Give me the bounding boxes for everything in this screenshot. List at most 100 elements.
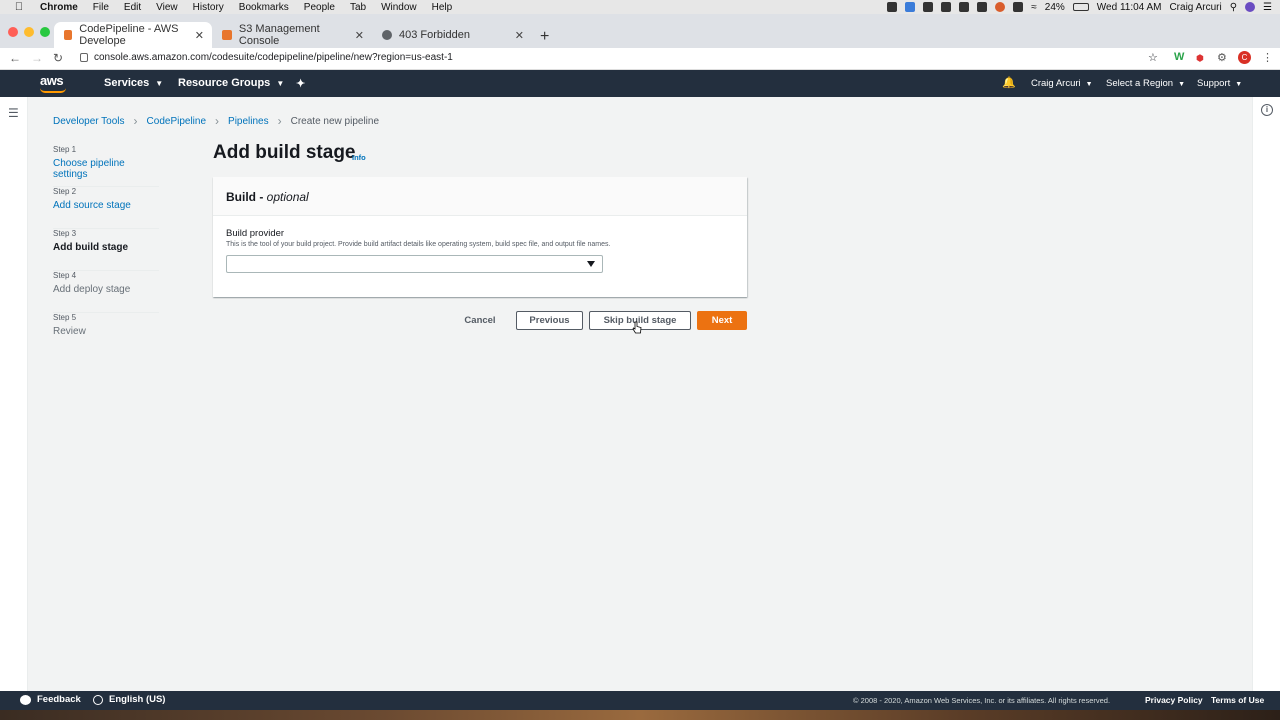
globe-icon	[93, 694, 103, 705]
menu-view[interactable]: View	[156, 2, 178, 13]
hamburger-menu-icon[interactable]: ☰	[8, 106, 19, 120]
feedback-button[interactable]: Feedback	[20, 694, 81, 705]
feedback-bubble-icon	[20, 694, 31, 705]
battery-percent: 24%	[1044, 1, 1065, 13]
account-label: Craig Arcuri	[1031, 78, 1081, 89]
extensions-puzzle-icon[interactable]: ⚙	[1217, 51, 1227, 64]
breadcrumb-chevron-icon: ›	[277, 114, 282, 128]
browser-tab-403[interactable]: 403 Forbidden ✕	[372, 22, 532, 48]
step-link-source-stage[interactable]: Add source stage	[53, 200, 159, 211]
resource-groups-menu[interactable]: Resource Groups ▼	[178, 77, 284, 89]
browser-tab-codepipeline[interactable]: CodePipeline - AWS Develope ✕	[54, 22, 212, 48]
build-provider-label: Build provider	[226, 228, 285, 239]
adblock-extension-icon[interactable]: ⬢	[1196, 53, 1204, 64]
browser-tab-s3[interactable]: S3 Management Console ✕	[212, 22, 372, 48]
new-tab-icon[interactable]: +	[540, 28, 549, 46]
panel-header: Build - optional	[213, 177, 747, 216]
panel-title-optional: optional	[266, 190, 309, 204]
lock-icon[interactable]	[80, 53, 88, 62]
clock[interactable]: Wed 11:04 AM	[1097, 2, 1162, 13]
wizard-step-5: Step 5 Review	[53, 313, 159, 355]
status-app-icon[interactable]	[959, 2, 970, 12]
info-panel-icon[interactable]: i	[1261, 104, 1273, 116]
step-deploy-stage: Add deploy stage	[53, 284, 131, 295]
chrome-menu-icon[interactable]: ⋮	[1262, 51, 1273, 64]
spotlight-icon[interactable]: ⚲	[1230, 2, 1237, 13]
battery-icon[interactable]	[1072, 3, 1089, 11]
close-tab-icon[interactable]: ✕	[355, 29, 364, 42]
breadcrumb-codepipeline[interactable]: CodePipeline	[147, 116, 207, 127]
menu-app-name[interactable]: Chrome	[40, 2, 78, 13]
info-link[interactable]: Info	[352, 153, 366, 162]
browser-tab-strip: CodePipeline - AWS Develope ✕ S3 Managem…	[0, 14, 1280, 48]
status-app-icon[interactable]	[923, 2, 934, 12]
close-window-button[interactable]	[8, 27, 18, 37]
macos-menubar:  Chrome File Edit View History Bookmark…	[0, 0, 1280, 14]
hand-cursor-icon	[632, 321, 642, 334]
account-menu[interactable]: Craig Arcuri ▼	[1031, 78, 1093, 89]
step-review: Review	[53, 326, 86, 337]
reload-icon[interactable]: ↻	[53, 51, 63, 65]
previous-button[interactable]: Previous	[516, 311, 583, 330]
forward-icon[interactable]: →	[31, 51, 43, 65]
profile-avatar[interactable]: C	[1238, 51, 1251, 64]
language-label: English (US)	[109, 694, 166, 705]
zoom-window-button[interactable]	[40, 27, 50, 37]
support-menu[interactable]: Support ▼	[1197, 78, 1242, 89]
user-name[interactable]: Craig Arcuri	[1169, 2, 1221, 13]
address-bar[interactable]: console.aws.amazon.com/codesuite/codepip…	[94, 52, 453, 63]
menu-history[interactable]: History	[193, 2, 224, 13]
bookmark-star-icon[interactable]: ☆	[1148, 51, 1158, 64]
window-controls	[8, 27, 50, 37]
language-selector[interactable]: English (US)	[93, 694, 165, 705]
step-link-pipeline-settings[interactable]: Choose pipeline settings	[53, 158, 159, 180]
extension-icon[interactable]: W	[1174, 51, 1184, 63]
panel-title-dash: -	[256, 190, 267, 204]
pin-icon[interactable]: ✦	[296, 77, 305, 90]
breadcrumb-chevron-icon: ›	[215, 114, 220, 128]
menu-bookmarks[interactable]: Bookmarks	[239, 2, 289, 13]
support-label: Support	[1197, 78, 1231, 89]
breadcrumb-pipelines[interactable]: Pipelines	[228, 116, 269, 127]
status-app-icon[interactable]	[941, 2, 952, 12]
wifi-icon[interactable]: ≈	[1031, 2, 1037, 13]
privacy-policy-link[interactable]: Privacy Policy	[1145, 695, 1203, 705]
menu-edit[interactable]: Edit	[124, 2, 141, 13]
status-app-icon[interactable]	[1013, 2, 1024, 12]
terms-of-use-link[interactable]: Terms of Use	[1211, 695, 1264, 705]
chevron-down-icon: ▼	[155, 79, 164, 88]
aws-logo[interactable]: aws	[40, 73, 66, 93]
breadcrumb-developer-tools[interactable]: Developer Tools	[53, 116, 125, 127]
aws-console-header: aws Services ▼ Resource Groups ▼ ✦ 🔔 Craig…	[0, 70, 1280, 97]
services-label: Services	[104, 77, 150, 89]
menu-window[interactable]: Window	[381, 2, 417, 13]
services-menu[interactable]: Services ▼	[104, 77, 163, 89]
step-current-build-stage: Add build stage	[53, 242, 128, 253]
status-app-icon[interactable]	[887, 2, 898, 12]
caret-down-icon	[587, 261, 595, 267]
status-app-icon[interactable]	[995, 2, 1006, 12]
aws-favicon-icon	[64, 30, 73, 40]
step-number: Step 4	[53, 271, 77, 280]
notification-center-icon[interactable]: ☰	[1263, 2, 1272, 13]
minimize-window-button[interactable]	[24, 27, 34, 37]
next-button[interactable]: Next	[697, 311, 747, 330]
breadcrumb-current: Create new pipeline	[290, 115, 380, 127]
menu-help[interactable]: Help	[432, 2, 453, 13]
notification-bell-icon[interactable]: 🔔	[1002, 76, 1016, 89]
cancel-button[interactable]: Cancel	[460, 311, 500, 330]
menu-file[interactable]: File	[93, 2, 109, 13]
wizard-step-2: Step 2 Add source stage	[53, 187, 159, 229]
siri-icon[interactable]	[1245, 2, 1256, 12]
region-label: Select a Region	[1106, 78, 1174, 89]
region-menu[interactable]: Select a Region ▼	[1106, 78, 1185, 89]
close-tab-icon[interactable]: ✕	[195, 29, 204, 42]
close-tab-icon[interactable]: ✕	[515, 29, 524, 42]
menu-tab[interactable]: Tab	[350, 2, 366, 13]
status-app-icon[interactable]	[905, 2, 916, 12]
status-app-icon[interactable]	[977, 2, 988, 12]
apple-icon[interactable]: 	[12, 0, 26, 14]
build-provider-select[interactable]	[226, 255, 603, 273]
back-icon[interactable]: ←	[9, 51, 21, 65]
menu-people[interactable]: People	[304, 2, 335, 13]
